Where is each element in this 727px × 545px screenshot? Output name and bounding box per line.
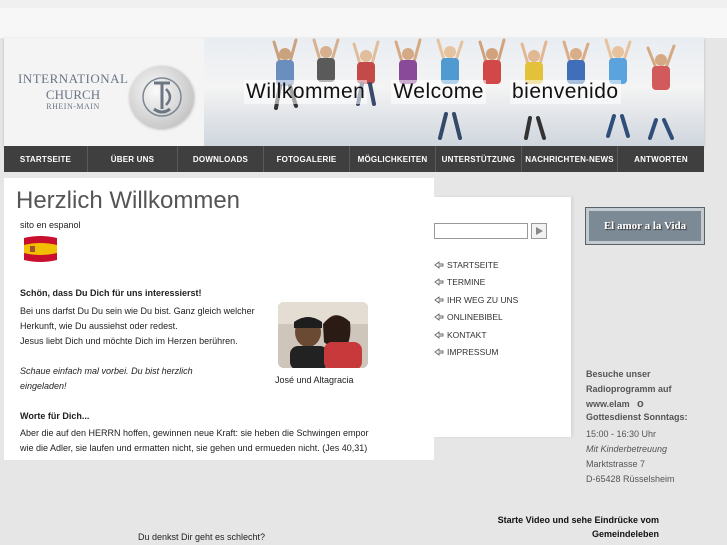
service-street: Marktstrasse 7 bbox=[586, 459, 646, 469]
site-header: INTERNATIONAL CHURCH RHEIN-MAIN Willkomm… bbox=[4, 38, 704, 146]
invitation-line: Schaue einfach mal vorbei. Du bist herzl… bbox=[20, 366, 193, 376]
welcome-banner: Willkommen Welcome bienvenido bbox=[204, 38, 704, 146]
page-title: Herzlich Willkommen bbox=[16, 187, 241, 214]
nav-item-downloads[interactable]: DOWNLOADS bbox=[178, 146, 264, 172]
diamond-arrow-icon bbox=[434, 330, 444, 339]
nav-item-unterstuetzung[interactable]: UNTERSTÜTZUNG bbox=[436, 146, 522, 172]
sidebar-item-kontakt[interactable]: KONTAKT bbox=[434, 326, 518, 344]
sidebar-item-ihr-weg-zu-uns[interactable]: IHR WEG ZU UNS bbox=[434, 291, 518, 309]
video-link[interactable]: Starte Video und sehe Eindrücke vom Geme… bbox=[487, 513, 659, 541]
search-input[interactable] bbox=[434, 223, 528, 239]
paragraph-line: Herkunft, wie Du aussiehst oder redest. bbox=[20, 321, 178, 331]
section-heading-interest: Schön, dass Du Dich für uns interessiers… bbox=[20, 288, 202, 298]
video-line: Gemeindeleben bbox=[591, 529, 659, 539]
sidebar-item-onlinebibel[interactable]: ONLINEBIBEL bbox=[434, 309, 518, 327]
diamond-arrow-icon bbox=[434, 260, 444, 269]
banner-word-welcome: Welcome bbox=[391, 80, 486, 104]
nav-item-nachrichten-news[interactable]: NACHRICHTEN-NEWS bbox=[522, 146, 618, 172]
radio-line: Besuche unser bbox=[586, 369, 651, 379]
spanish-flag-icon[interactable] bbox=[22, 234, 59, 264]
verse-line: Aber die auf den HERRN hoffen, gewinnen … bbox=[20, 428, 369, 438]
sidebar-item-label: TERMINE bbox=[447, 277, 486, 288]
diamond-arrow-icon bbox=[434, 313, 444, 322]
service-details: 15:00 - 16:30 Uhr Mit Kinderbetreuung Ma… bbox=[586, 427, 675, 487]
diamond-arrow-icon bbox=[434, 348, 444, 357]
welcome-paragraph: Bei uns darfst Du Du sein wie Du bist. G… bbox=[20, 304, 270, 349]
seal-monogram-icon bbox=[142, 77, 182, 117]
play-arrow-icon bbox=[536, 227, 543, 235]
search-button[interactable] bbox=[531, 223, 547, 239]
pastor-couple-photo bbox=[278, 302, 368, 368]
sidebar-item-termine[interactable]: TERMINE bbox=[434, 274, 518, 292]
verse-line: wie die Adler, sie laufen und ermatten n… bbox=[20, 443, 368, 453]
service-time: 15:00 - 16:30 Uhr bbox=[586, 429, 657, 439]
radio-promo[interactable]: Besuche unser Radioprogramm auf www.elam bbox=[586, 367, 706, 412]
logo-line-3: RHEIN-MAIN bbox=[46, 102, 100, 111]
invitation-line: eingeladen! bbox=[20, 381, 67, 391]
video-line: Starte Video und sehe Eindrücke vom bbox=[497, 515, 659, 525]
banner-headline: Willkommen Welcome bienvenido bbox=[244, 80, 621, 104]
nav-item-startseite[interactable]: STARTSEITE bbox=[4, 146, 88, 172]
diamond-arrow-icon bbox=[434, 278, 444, 287]
paragraph-line: Jesus liebt Dich und möchte Dich im Herz… bbox=[20, 336, 238, 346]
invitation-text: Schaue einfach mal vorbei. Du bist herzl… bbox=[20, 364, 230, 394]
sidebar-item-label: IMPRESSUM bbox=[447, 347, 499, 358]
sidebar-item-label: IHR WEG ZU UNS bbox=[447, 294, 519, 305]
radio-dot-mark: o bbox=[637, 398, 644, 410]
nav-item-ueber-uns[interactable]: ÜBER UNS bbox=[88, 146, 178, 172]
sidebar-item-startseite[interactable]: STARTSEITE bbox=[434, 256, 518, 274]
logo-line-1: INTERNATIONAL bbox=[18, 71, 129, 86]
main-nav: STARTSEITE ÜBER UNS DOWNLOADS FOTOGALERI… bbox=[4, 146, 704, 172]
service-city: D-65428 Rüsselsheim bbox=[586, 474, 675, 484]
sidebar-item-label: ONLINEBIBEL bbox=[447, 312, 503, 323]
diamond-arrow-icon bbox=[434, 295, 444, 304]
sidebar-item-label: STARTSEITE bbox=[447, 259, 499, 270]
amor-banner-label: El amor a la Vida bbox=[603, 220, 687, 232]
sidebar-item-label: KONTAKT bbox=[447, 329, 487, 340]
radio-line: www.elam bbox=[586, 399, 630, 409]
church-logo-text[interactable]: INTERNATIONAL CHURCH RHEIN-MAIN bbox=[18, 71, 128, 111]
church-seal-logo[interactable] bbox=[130, 66, 194, 128]
verse-heading: Worte für Dich... bbox=[20, 411, 90, 421]
top-strip bbox=[0, 0, 727, 8]
banner-word-willkommen: Willkommen bbox=[244, 80, 368, 104]
photo-caption: José und Altagracia bbox=[275, 375, 354, 385]
nav-item-moeglichkeiten[interactable]: MÖGLICHKEITEN bbox=[350, 146, 436, 172]
sidebar-menu: STARTSEITE TERMINE IHR WEG ZU UNS ONLINE… bbox=[434, 256, 518, 361]
bible-verse: Aber die auf den HERRN hoffen, gewinnen … bbox=[20, 426, 420, 456]
el-amor-a-la-vida-banner[interactable]: El amor a la Vida bbox=[585, 207, 705, 245]
spanish-site-link[interactable]: sito en espanol bbox=[20, 220, 81, 230]
nav-item-antworten[interactable]: ANTWORTEN bbox=[618, 146, 704, 172]
sidebar-item-impressum[interactable]: IMPRESSUM bbox=[434, 344, 518, 362]
banner-word-bienvenido: bienvenido bbox=[509, 80, 621, 104]
radio-line: Radioprogramm auf bbox=[586, 384, 672, 394]
paragraph-line: Bei uns darfst Du Du sein wie Du bist. G… bbox=[20, 306, 255, 316]
logo-line-2: CHURCH bbox=[45, 87, 101, 102]
top-bar bbox=[0, 8, 727, 38]
teaser-text: Du denkst Dir geht es schlecht? bbox=[138, 532, 266, 542]
nav-item-fotogalerie[interactable]: FOTOGALERIE bbox=[264, 146, 350, 172]
service-kids: Mit Kinderbetreuung bbox=[586, 444, 668, 454]
service-heading: Gottesdienst Sonntags: bbox=[586, 412, 688, 422]
